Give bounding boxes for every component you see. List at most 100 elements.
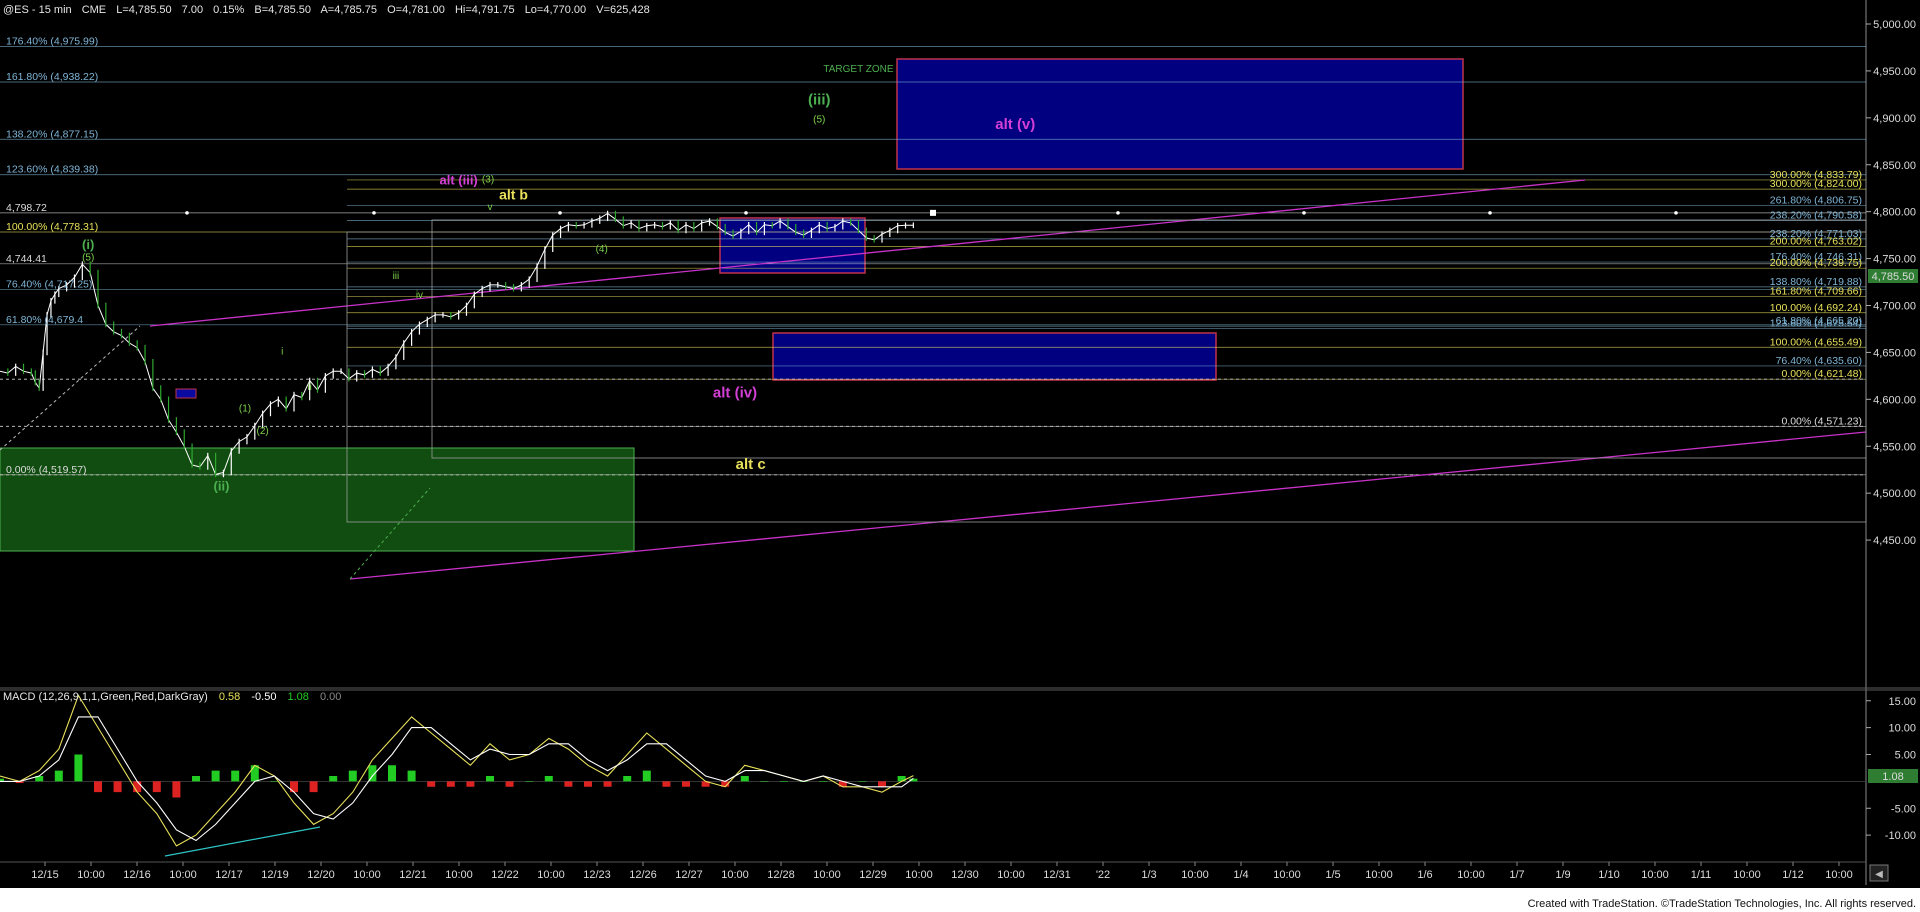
level-dot bbox=[185, 211, 189, 215]
header-ask: A=4,785.75 bbox=[320, 4, 377, 16]
x-tick-label: 10:00 bbox=[721, 869, 749, 881]
fib-label: 123.60% (4,675.54) bbox=[1770, 317, 1862, 329]
macd-histogram-bar bbox=[211, 770, 220, 782]
x-tick-label: 10:00 bbox=[537, 869, 565, 881]
fib-label: 76.40% (4,635.60) bbox=[1776, 355, 1862, 367]
x-tick-label: 10:00 bbox=[997, 869, 1025, 881]
fib-label: 0.00% (4,519.57) bbox=[6, 464, 87, 476]
macd-histogram-bar bbox=[662, 781, 671, 787]
x-tick-label: 10:00 bbox=[1181, 869, 1209, 881]
wave-label: (iii) bbox=[808, 92, 831, 109]
y-tick-label: 5,000.00 bbox=[1873, 19, 1916, 31]
macd-legend-value-1: 0.58 bbox=[219, 691, 240, 703]
chart-canvas: 176.40% (4,975.99) 161.80% (4,938.22) 138.… bbox=[0, 0, 1920, 912]
x-tick-label: 10:00 bbox=[1457, 869, 1485, 881]
x-tick-label: 12/20 bbox=[307, 869, 335, 881]
wave-label: iii bbox=[393, 271, 400, 282]
macd-histogram-bar bbox=[858, 781, 867, 782]
x-tick-label: 1/3 bbox=[1141, 869, 1156, 881]
header-change-pct: 0.15% bbox=[213, 4, 244, 16]
macd-legend-value-4: 0.00 bbox=[320, 691, 341, 703]
y-tick-label: 4,500.00 bbox=[1873, 488, 1916, 500]
x-tick-label: 12/23 bbox=[583, 869, 611, 881]
x-tick-label: 1/7 bbox=[1509, 869, 1524, 881]
x-tick-label: 12/15 bbox=[31, 869, 59, 881]
wave-label: alt (iii) bbox=[439, 172, 477, 187]
x-tick-label: 10:00 bbox=[1365, 869, 1393, 881]
macd-histogram-bar bbox=[446, 781, 455, 787]
x-tick-label: 10:00 bbox=[905, 869, 933, 881]
level-dot bbox=[1116, 211, 1120, 215]
fib-label: 61.80% (4,679.4 bbox=[6, 314, 83, 326]
x-tick-label: 12/22 bbox=[491, 869, 519, 881]
wave-label: (1) bbox=[239, 404, 251, 415]
macd-histogram-bar bbox=[760, 781, 769, 782]
x-tick-label: 1/9 bbox=[1555, 869, 1570, 881]
fib-label: 138.20% (4,877.15) bbox=[6, 128, 98, 140]
x-tick-label: 1/4 bbox=[1233, 869, 1248, 881]
macd-histogram-bar bbox=[642, 770, 651, 782]
chart-header: @ES - 15 min CME L=4,785.50 7.00 0.15% B… bbox=[3, 4, 650, 16]
macd-legend: MACD (12,26,9,1,1,Green,Red,DarkGray) 0.… bbox=[3, 691, 341, 703]
macd-histogram-bar bbox=[544, 776, 553, 782]
x-tick-label: 12/21 bbox=[399, 869, 427, 881]
fib-label: 100.00% (4,692.24) bbox=[1770, 302, 1862, 314]
y-tick-label: 4,850.00 bbox=[1873, 160, 1916, 172]
wave-label: (4) bbox=[596, 244, 608, 255]
y-tick-label: 4,800.00 bbox=[1873, 207, 1916, 219]
x-tick-label: 10:00 bbox=[1825, 869, 1853, 881]
macd-y-tick-label: -5.00 bbox=[1891, 803, 1916, 815]
header-exchange: CME bbox=[82, 4, 106, 16]
fib-label: 261.80% (4,806.75) bbox=[1770, 194, 1862, 206]
y-tick-label: 4,600.00 bbox=[1873, 394, 1916, 406]
level-dot bbox=[1674, 211, 1678, 215]
last-price-tag-label: 4,785.50 bbox=[1872, 271, 1915, 283]
wave-label: TARGET ZONE bbox=[823, 64, 894, 75]
header-bid: B=4,785.50 bbox=[254, 4, 311, 16]
macd-histogram-bar bbox=[505, 781, 514, 787]
level-marker bbox=[930, 209, 936, 216]
macd-histogram-bar bbox=[525, 781, 534, 782]
macd-y-tick-label: 15.00 bbox=[1888, 696, 1916, 708]
x-tick-label: 12/29 bbox=[859, 869, 887, 881]
x-tick-label: 10:00 bbox=[1273, 869, 1301, 881]
macd-legend-value-3: 1.08 bbox=[288, 691, 309, 703]
wave-label: (2) bbox=[257, 426, 269, 437]
macd-histogram-bar bbox=[407, 770, 416, 782]
wave-label: alt c bbox=[736, 456, 766, 473]
green-zone-box bbox=[0, 447, 635, 552]
wave-label: alt (v) bbox=[995, 116, 1035, 133]
macd-histogram-bar bbox=[603, 781, 612, 787]
macd-histogram-bar bbox=[466, 781, 475, 787]
fib-label: 4,798.72 bbox=[6, 202, 47, 214]
fib-label: 100.00% (4,655.49) bbox=[1770, 336, 1862, 348]
macd-histogram-bar bbox=[250, 765, 259, 782]
macd-histogram-bar bbox=[309, 781, 318, 793]
x-tick-label: 10:00 bbox=[169, 869, 197, 881]
wave-label: ii bbox=[307, 382, 311, 393]
x-tick-label: 10:00 bbox=[445, 869, 473, 881]
x-tick-label: 1/11 bbox=[1691, 869, 1712, 881]
y-tick-label: 4,700.00 bbox=[1873, 301, 1916, 313]
macd-histogram-bar bbox=[564, 781, 573, 787]
wave-label: alt b bbox=[499, 186, 528, 202]
macd-histogram-bar bbox=[270, 781, 279, 782]
macd-histogram-bar bbox=[74, 754, 83, 782]
fib-label: 200.00% (4,739.75) bbox=[1770, 257, 1862, 269]
header-last: L=4,785.50 bbox=[116, 4, 171, 16]
macd-histogram-bar bbox=[290, 781, 298, 793]
header-high: Hi=4,791.75 bbox=[455, 4, 515, 16]
wave-label: (5) bbox=[82, 252, 94, 263]
fib-label: 100.00% (4,778.31) bbox=[6, 221, 98, 233]
x-tick-label: 1/10 bbox=[1598, 869, 1619, 881]
macd-histogram-bar bbox=[740, 776, 749, 782]
macd-histogram-bar bbox=[348, 770, 357, 782]
last-macd-tag-label: 1.08 bbox=[1882, 771, 1903, 783]
macd-histogram-bar bbox=[819, 781, 828, 782]
macd-legend-value-2: -0.50 bbox=[251, 691, 276, 703]
x-tick-label: 12/26 bbox=[629, 869, 657, 881]
wave-label: i bbox=[281, 346, 283, 357]
wave-label: iv bbox=[416, 290, 423, 301]
x-tick-label: 12/28 bbox=[767, 869, 795, 881]
header-volume: V=625,428 bbox=[596, 4, 650, 16]
